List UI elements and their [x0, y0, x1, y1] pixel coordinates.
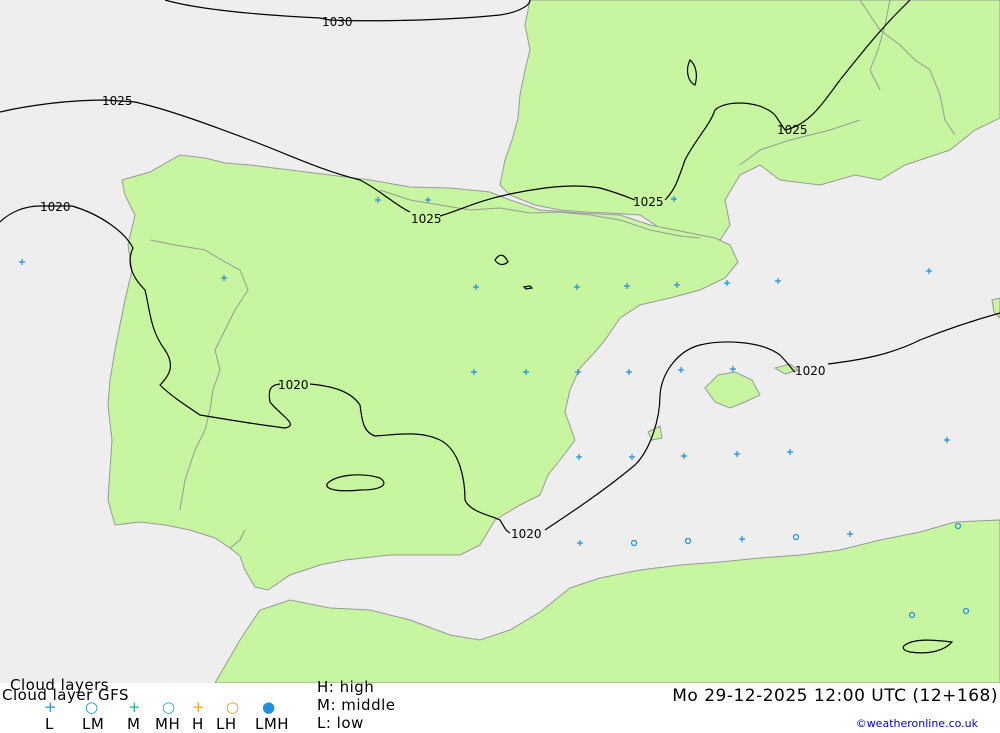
- key-low: L: low: [317, 714, 364, 732]
- isobar-label: 1025: [633, 195, 664, 209]
- circle-blue-icon: ○: [85, 698, 99, 716]
- code-H: H: [192, 715, 204, 733]
- plus-cyan-icon: +: [128, 698, 141, 716]
- code-L: L: [45, 715, 54, 733]
- legend-model: Cloud layer GFS: [2, 686, 130, 704]
- isobar-label: 1020: [795, 364, 826, 378]
- code-LH: LH: [216, 715, 237, 733]
- key-middle: M: middle: [317, 696, 396, 714]
- code-LMH: LMH: [255, 715, 290, 733]
- code-MH: MH: [155, 715, 181, 733]
- legend-bar: Cloud layers Cloud layer GFS + ○ + ○ + ○…: [0, 676, 1000, 733]
- forecast-datetime: Mo 29-12-2025 12:00 UTC (12+168): [672, 686, 998, 706]
- key-high: H: high: [317, 678, 375, 696]
- isobar-label: 1020: [40, 200, 71, 214]
- circle-orange-icon: ○: [226, 698, 240, 716]
- isobar-label: 1020: [278, 378, 309, 392]
- isobar-label: 1025: [411, 212, 442, 226]
- weather-map: 1030 1025 1025 1025 1025 1020 1020 1020 …: [0, 0, 1000, 683]
- isobar-label: 1025: [102, 94, 133, 108]
- plus-blue-icon: +: [44, 698, 57, 716]
- plus-orange-icon: +: [192, 698, 205, 716]
- code-M: M: [127, 715, 141, 733]
- credit-link[interactable]: ©weatheronline.co.uk: [856, 717, 978, 730]
- filled-blue-icon: ●: [262, 698, 276, 716]
- code-LM: LM: [82, 715, 105, 733]
- isobar-label: 1025: [777, 123, 808, 137]
- isobar-label: 1020: [511, 527, 542, 541]
- isobar-label: 1030: [322, 15, 353, 29]
- circle-cyan-icon: ○: [162, 698, 176, 716]
